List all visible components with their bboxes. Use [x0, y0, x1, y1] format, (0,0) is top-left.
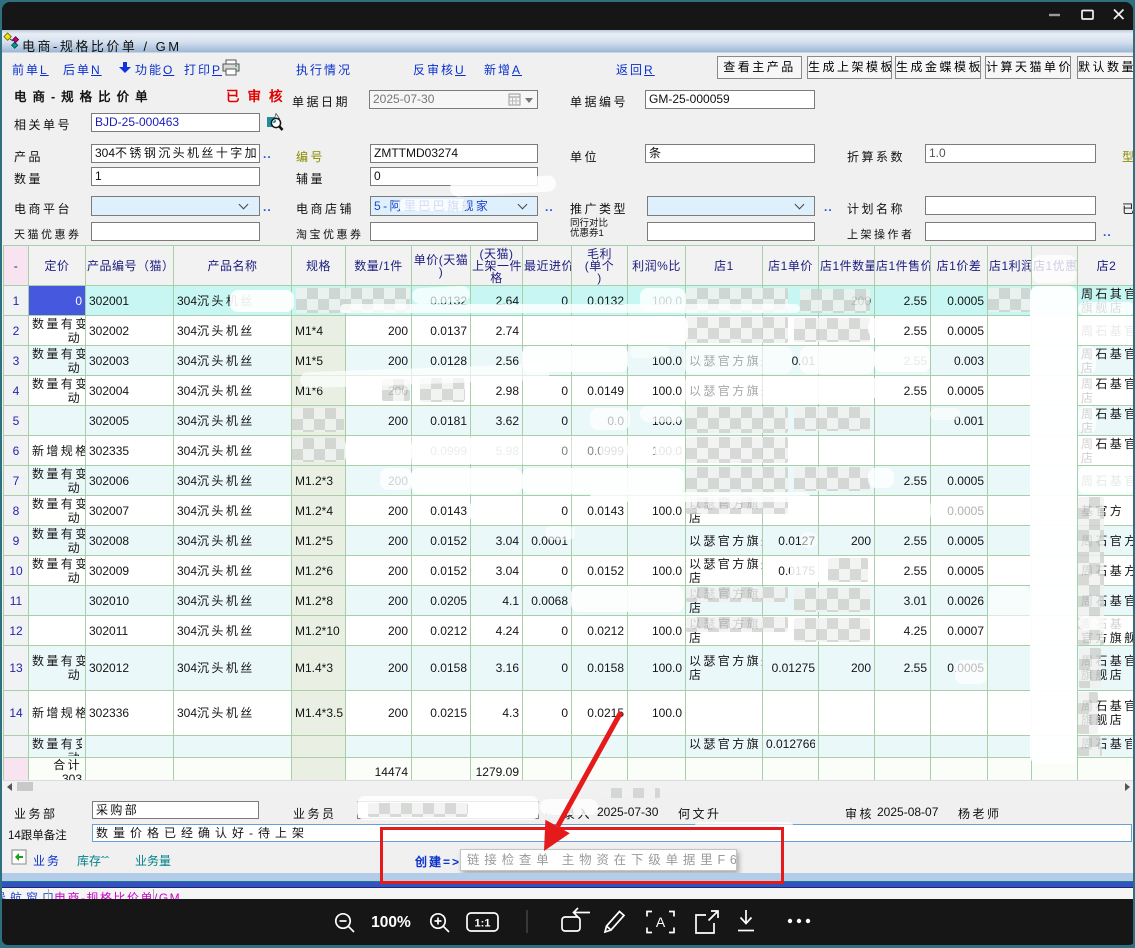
svg-text:100%: 100% [371, 914, 411, 931]
svg-text:A: A [656, 914, 666, 930]
svg-text:1:1: 1:1 [475, 918, 491, 930]
